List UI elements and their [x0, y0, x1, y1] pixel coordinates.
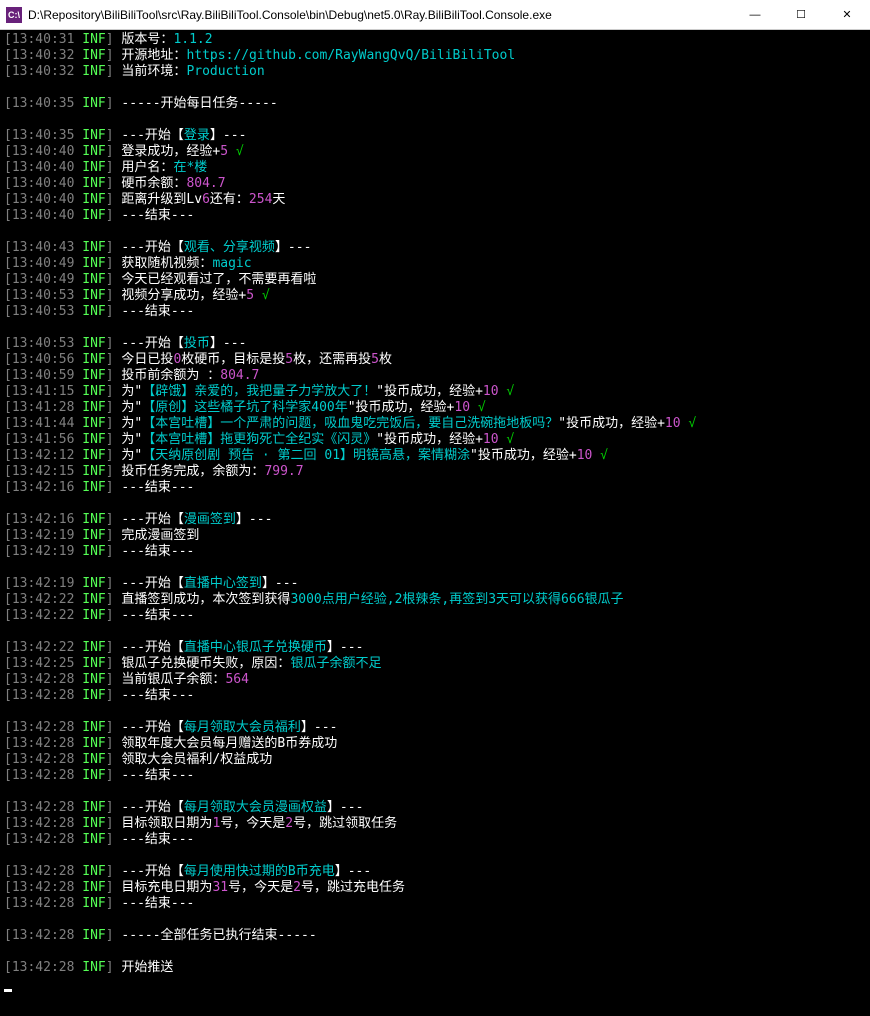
close-button[interactable]: ✕ [824, 0, 870, 30]
log-line: [13:42:22 INF] 直播签到成功，本次签到获得3000点用户经验,2根… [4, 592, 866, 608]
log-line: [13:41:56 INF] 为"【本宫吐槽】拖更狗死亡全纪实《闪灵》"投币成功… [4, 432, 866, 448]
log-line: [13:40:49 INF] 获取随机视频：magic [4, 256, 866, 272]
minimize-button[interactable]: — [732, 0, 778, 30]
log-line: [13:40:59 INF] 投币前余额为 ：804.7 [4, 368, 866, 384]
log-line: [13:40:40 INF] 距离升级到Lv6还有：254天 [4, 192, 866, 208]
log-line: [13:42:28 INF] 目标充电日期为31号，今天是2号，跳过充电任务 [4, 880, 866, 896]
log-line: [13:42:28 INF] ---开始【每月使用快过期的B币充电】--- [4, 864, 866, 880]
log-line: [13:42:19 INF] ---开始【直播中心签到】--- [4, 576, 866, 592]
log-line: [13:40:49 INF] 今天已经观看过了，不需要再看啦 [4, 272, 866, 288]
log-line: [13:42:16 INF] ---结束--- [4, 480, 866, 496]
log-line: [13:40:53 INF] ---开始【投币】--- [4, 336, 866, 352]
log-line: [13:42:28 INF] ---结束--- [4, 832, 866, 848]
log-line: [13:40:40 INF] 硬币余额：804.7 [4, 176, 866, 192]
log-line: [13:41:15 INF] 为"【辟饿】亲爱的，我把量子力学放大了！"投币成功… [4, 384, 866, 400]
log-line: [13:42:12 INF] 为"【天纳原创剧 预告 · 第二回 01】明镜高悬… [4, 448, 866, 464]
cursor-line [4, 976, 866, 992]
log-line: [13:40:56 INF] 今日已投0枚硬币，目标是投5枚，还需再投5枚 [4, 352, 866, 368]
log-line: [13:41:44 INF] 为"【本宫吐槽】一个严肃的问题，吸血鬼吃完饭后，要… [4, 416, 866, 432]
log-line: [13:42:28 INF] ---结束--- [4, 896, 866, 912]
log-line: [13:42:28 INF] 当前银瓜子余额：564 [4, 672, 866, 688]
log-line: [13:40:40 INF] 用户名：在*楼 [4, 160, 866, 176]
log-line: [13:40:35 INF] -----开始每日任务----- [4, 96, 866, 112]
log-line: [13:40:53 INF] 视频分享成功，经验+5 √ [4, 288, 866, 304]
log-line: [13:42:28 INF] 目标领取日期为1号，今天是2号，跳过领取任务 [4, 816, 866, 832]
log-line: [13:42:28 INF] ---结束--- [4, 688, 866, 704]
log-line: [13:40:53 INF] ---结束--- [4, 304, 866, 320]
log-line: [13:42:19 INF] ---结束--- [4, 544, 866, 560]
log-line: [13:42:28 INF] ---开始【每月领取大会员漫画权益】--- [4, 800, 866, 816]
console-output[interactable]: [13:40:31 INF] 版本号：1.1.2 [13:40:32 INF] … [0, 30, 870, 1016]
log-line: [13:40:32 INF] 开源地址：https://github.com/R… [4, 48, 866, 64]
log-line: [13:42:22 INF] ---开始【直播中心银瓜子兑换硬币】--- [4, 640, 866, 656]
log-line: [13:42:15 INF] 投币任务完成，余额为：799.7 [4, 464, 866, 480]
maximize-button[interactable]: ☐ [778, 0, 824, 30]
log-line: [13:42:28 INF] ---结束--- [4, 768, 866, 784]
log-line: [13:42:28 INF] 开始推送 [4, 960, 866, 976]
log-line: [13:42:28 INF] ---开始【每月领取大会员福利】--- [4, 720, 866, 736]
cursor-icon [4, 989, 12, 992]
log-line: [13:40:31 INF] 版本号：1.1.2 [4, 32, 866, 48]
log-line: [13:42:28 INF] 领取年度大会员每月赠送的B币券成功 [4, 736, 866, 752]
log-line: [13:40:40 INF] ---结束--- [4, 208, 866, 224]
log-line: [13:42:28 INF] -----全部任务已执行结束----- [4, 928, 866, 944]
log-line: [13:40:43 INF] ---开始【观看、分享视频】--- [4, 240, 866, 256]
log-line: [13:42:25 INF] 银瓜子兑换硬币失败，原因：银瓜子余额不足 [4, 656, 866, 672]
log-line: [13:40:40 INF] 登录成功，经验+5 √ [4, 144, 866, 160]
log-line: [13:42:22 INF] ---结束--- [4, 608, 866, 624]
window-titlebar: C:\ D:\Repository\BiliBiliTool\src\Ray.B… [0, 0, 870, 30]
window-title: D:\Repository\BiliBiliTool\src\Ray.BiliB… [28, 8, 732, 22]
log-line: [13:40:35 INF] ---开始【登录】--- [4, 128, 866, 144]
log-line: [13:42:19 INF] 完成漫画签到 [4, 528, 866, 544]
log-line: [13:41:28 INF] 为"【原创】这些橘子坑了科学家400年"投币成功，… [4, 400, 866, 416]
log-line: [13:42:16 INF] ---开始【漫画签到】--- [4, 512, 866, 528]
log-line: [13:40:32 INF] 当前环境：Production [4, 64, 866, 80]
log-line: [13:42:28 INF] 领取大会员福利/权益成功 [4, 752, 866, 768]
app-icon: C:\ [6, 7, 22, 23]
